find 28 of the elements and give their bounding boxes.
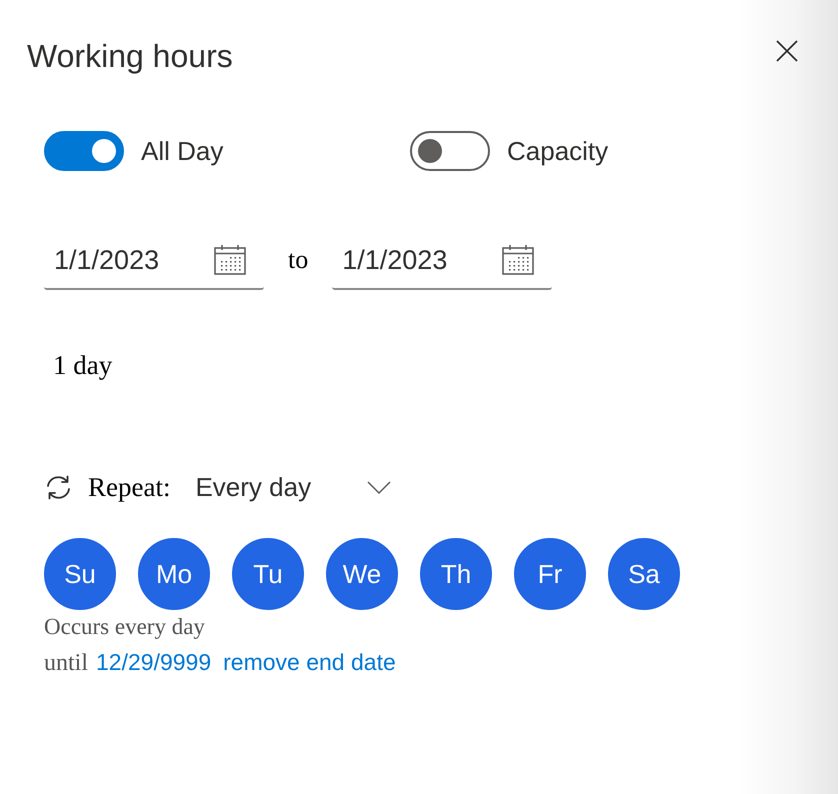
day-button[interactable]: Fr [514, 538, 586, 610]
recurrence-summary: Occurs every day [44, 614, 205, 640]
day-button[interactable]: Sa [608, 538, 680, 610]
repeat-dropdown[interactable]: Every day [195, 472, 392, 502]
toggle-switch[interactable] [410, 131, 490, 171]
date-field[interactable]: 1/1/2023 [44, 232, 264, 290]
until-label: until [44, 650, 88, 677]
day-button[interactable]: Su [44, 538, 116, 610]
toggle-switch[interactable] [44, 131, 124, 171]
close-button[interactable] [776, 40, 798, 62]
calendar-icon[interactable] [214, 245, 246, 275]
toggle-label: Capacity [507, 135, 608, 167]
range-separator: to [288, 245, 308, 275]
panel-title: Working hours [27, 37, 233, 75]
remove-end-date-link[interactable]: remove end date [223, 649, 396, 676]
day-button[interactable]: Tu [232, 538, 304, 610]
chevron-icon [367, 480, 392, 494]
calendar-icon[interactable] [502, 245, 534, 275]
repeat-label: Repeat: [88, 472, 170, 502]
close-icon [776, 40, 798, 62]
date-field[interactable]: 1/1/2023 [332, 232, 552, 290]
day-button[interactable]: We [326, 538, 398, 610]
repeat-icon [45, 474, 72, 500]
end-date-link[interactable]: 12/29/9999 [96, 649, 212, 676]
toggle-label: All Day [141, 135, 224, 167]
duration-text: 1 day [53, 350, 112, 380]
day-button[interactable]: Th [420, 538, 492, 610]
day-button[interactable]: Mo [138, 538, 210, 610]
